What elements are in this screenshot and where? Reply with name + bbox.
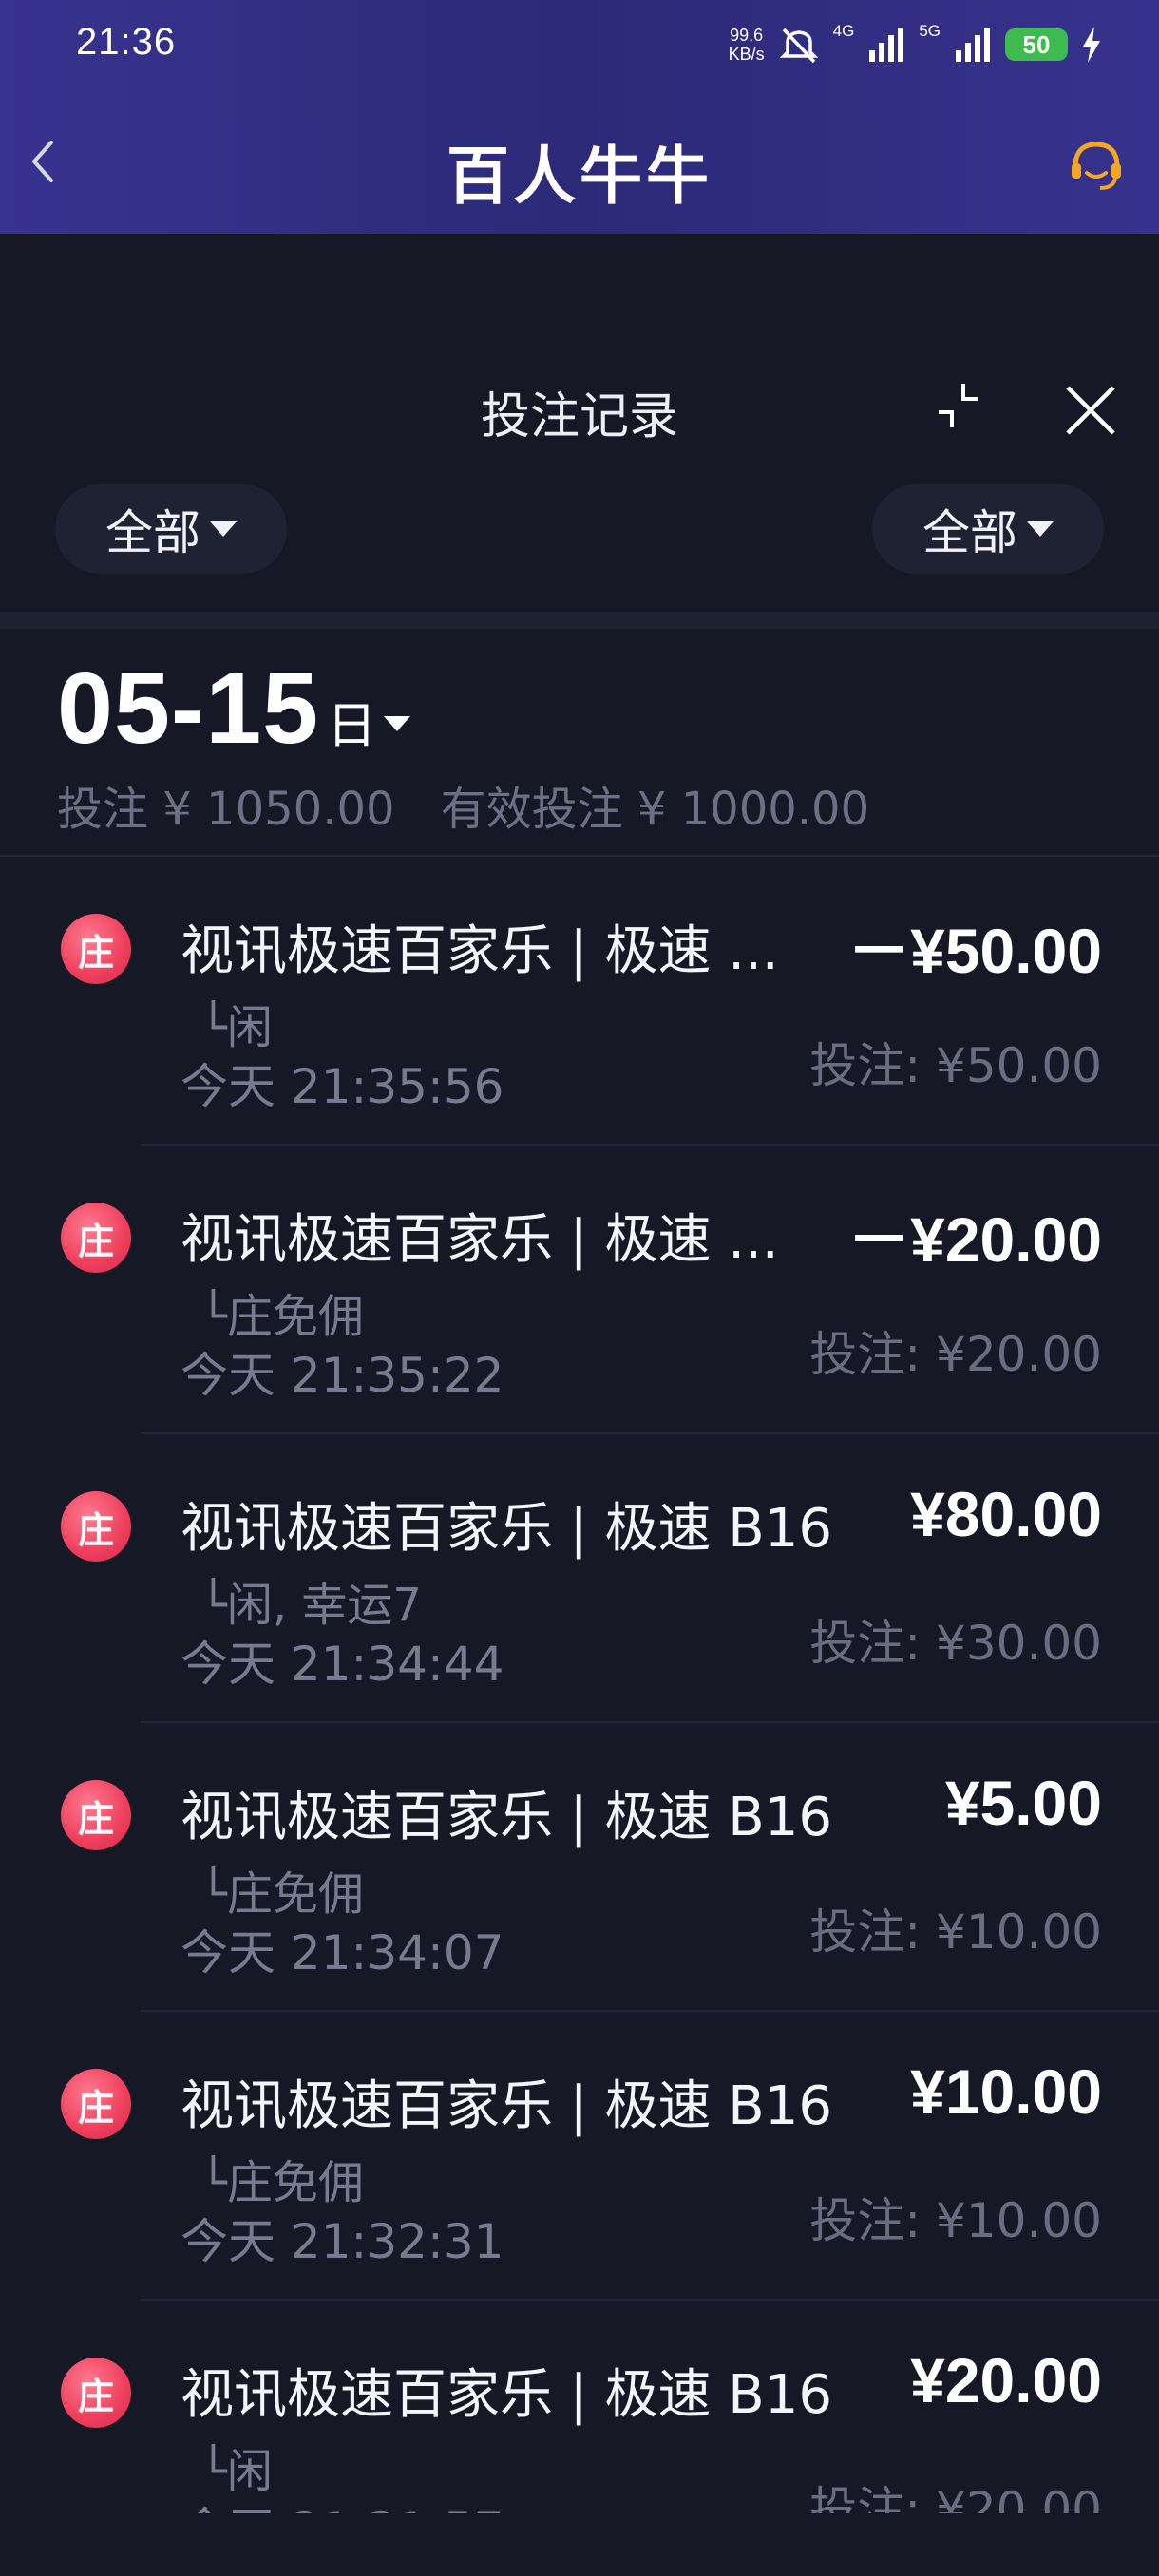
record-amount: －¥50.00 [847,916,1102,986]
record-bet-type: └庄免佣 [200,1867,364,1921]
record-bet-type: └闲 [200,1001,273,1054]
record-title: 视讯极速百家乐 | 极速 B16 [180,1498,832,1560]
close-icon[interactable] [1060,380,1121,441]
signal-2-label: 5G [919,22,940,40]
record-stake: 投注: ¥10.00 [809,1904,1102,1960]
banker-badge: 庄 [61,914,131,984]
battery-indicator: 50 [1005,28,1068,61]
record-row[interactable]: 庄 视讯极速百家乐 | 极速 B16 ¥20.00 └闲 今天 21:31:57… [0,2301,1159,2513]
record-bet-type: └庄免佣 [200,1290,364,1343]
record-amount: ¥5.00 [944,1768,1102,1838]
record-list: 庄 视讯极速百家乐 | 极速 ... －¥50.00 └闲 今天 21:35:5… [0,857,1159,2513]
record-title: 视讯极速百家乐 | 极速 ... [180,920,779,982]
record-amount: －¥20.00 [847,1204,1102,1275]
filter-right-dropdown[interactable]: 全部 [872,484,1104,574]
banker-badge: 庄 [61,1491,131,1562]
page-title: 百人牛牛 [446,140,712,213]
record-row[interactable]: 庄 视讯极速百家乐 | 极速 B16 ¥10.00 └庄免佣 今天 21:32:… [0,2012,1159,2301]
record-row[interactable]: 庄 视讯极速百家乐 | 极速 ... －¥20.00 └庄免佣 今天 21:35… [0,1146,1159,1434]
banker-badge: 庄 [61,1203,131,1273]
signal-bars-icon [956,28,990,62]
app-header: 百人牛牛 [0,91,1159,234]
caret-down-icon [1027,521,1054,537]
headset-icon[interactable] [1066,135,1127,196]
record-row[interactable]: 庄 视讯极速百家乐 | 极速 B16 ¥5.00 └庄免佣 今天 21:34:0… [0,1723,1159,2012]
caret-down-icon [384,716,411,731]
record-stake: 投注: ¥20.00 [809,2482,1102,2513]
record-stake: 投注: ¥20.00 [809,1327,1102,1382]
date-unit: 日 [327,698,377,755]
banker-badge: 庄 [61,2069,131,2139]
charging-bolt-icon [1083,27,1100,63]
date-summary: 投注 ¥ 1050.00 有效投注 ¥ 1000.00 [57,771,869,838]
record-time: 今天 21:34:44 [180,1637,504,1692]
summary-bet: 投注 ¥ 1050.00 [57,783,395,836]
network-speed: 99.6 KB/s [729,26,765,64]
record-amount: ¥10.00 [910,2056,1102,2127]
banker-badge: 庄 [61,1780,131,1850]
record-row[interactable]: 庄 视讯极速百家乐 | 极速 ... －¥50.00 └闲 今天 21:35:5… [0,857,1159,1146]
record-time: 今天 21:35:22 [180,1348,504,1403]
record-time: 今天 21:31:57 [180,2492,504,2513]
status-time: 21:36 [76,21,177,63]
filter-right-label: 全部 [922,505,1017,560]
date-selector[interactable]: 05-15 日 [57,652,411,765]
top-bar: 21:36 99.6 KB/s 4G 5G 50 百人牛牛 [0,0,1159,234]
caret-down-icon [210,521,237,537]
collapse-icon[interactable] [935,380,996,441]
record-title: 视讯极速百家乐 | 极速 B16 [180,2364,832,2426]
record-stake: 投注: ¥30.00 [809,1616,1102,1671]
record-title: 视讯极速百家乐 | 极速 B16 [180,2075,832,2137]
record-stake: 投注: ¥10.00 [809,2193,1102,2248]
filter-left-label: 全部 [105,505,200,560]
network-speed-value: 99.6 [730,26,764,45]
network-speed-unit: KB/s [728,45,765,64]
record-amount: ¥80.00 [910,1479,1102,1549]
signal-bars-icon [869,28,904,62]
date-value: 05-15 [57,653,320,765]
record-bet-type: └庄免佣 [200,2156,364,2209]
record-title: 视讯极速百家乐 | 极速 ... [180,1209,779,1271]
record-stake: 投注: ¥50.00 [809,1038,1102,1093]
status-bar: 21:36 99.6 KB/s 4G 5G 50 [0,0,1159,91]
record-time: 今天 21:32:31 [180,2214,504,2269]
record-bet-type: └闲, 幸运7 [200,1579,422,1632]
record-time: 今天 21:35:56 [180,1059,504,1114]
bell-muted-icon [779,28,818,64]
section-divider [0,612,1159,629]
summary-valid-bet: 有效投注 ¥ 1000.00 [440,783,870,836]
bottom-edge [0,2513,1159,2576]
banker-badge: 庄 [61,2358,131,2428]
record-title: 视讯极速百家乐 | 极速 B16 [180,1787,832,1848]
record-time: 今天 21:34:07 [180,1925,504,1980]
record-row[interactable]: 庄 视讯极速百家乐 | 极速 B16 ¥80.00 └闲, 幸运7 今天 21:… [0,1434,1159,1723]
record-amount: ¥20.00 [910,2345,1102,2415]
filter-left-dropdown[interactable]: 全部 [55,484,287,574]
status-icons: 99.6 KB/s 4G 5G 50 [729,21,1102,68]
record-bet-type: └闲 [200,2445,273,2498]
signal-1-label: 4G [832,22,855,40]
